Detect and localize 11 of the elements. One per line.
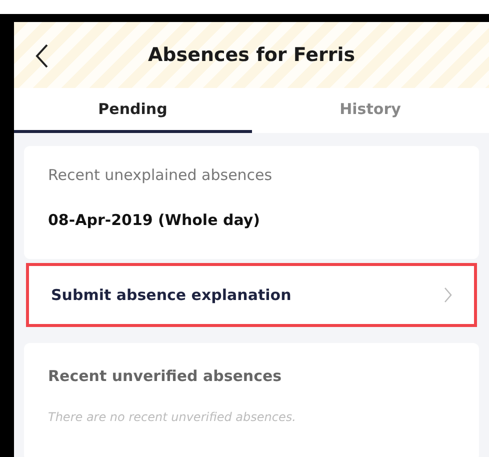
absence-date: 08-Apr-2019 (Whole day) bbox=[47, 210, 261, 230]
back-icon[interactable] bbox=[35, 44, 49, 68]
chevron-right-icon bbox=[444, 287, 452, 303]
action-label: Submit absence explanation bbox=[51, 284, 292, 306]
tab[interactable]: Pending bbox=[14, 88, 252, 133]
page-title: Absences for Ferris bbox=[148, 42, 356, 68]
tab[interactable]: History bbox=[252, 88, 489, 133]
submit-explanation-row[interactable]: Submit absence explanation bbox=[26, 263, 477, 327]
section-heading: Recent unverified absences bbox=[48, 366, 283, 387]
section-heading: Recent unexplained absences bbox=[47, 165, 274, 186]
empty-message: There are no recent unverified absences. bbox=[48, 408, 297, 426]
